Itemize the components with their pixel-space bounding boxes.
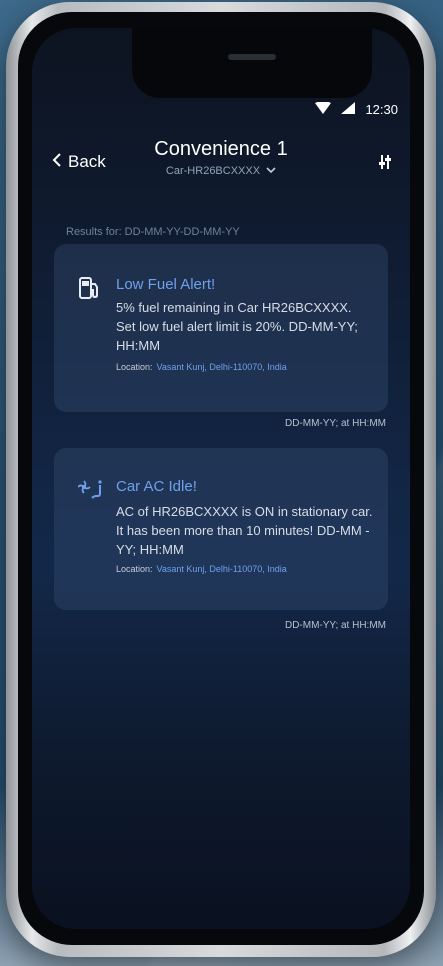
filter-sliders-icon bbox=[378, 155, 392, 174]
location-link[interactable]: Vasant Kunj, Delhi-110070, India bbox=[157, 564, 287, 574]
phone-bezel: 12:30 Back Convenience 1 Car-HR26BCXXXX bbox=[18, 12, 424, 945]
filter-button[interactable] bbox=[378, 154, 392, 175]
vehicle-selector-value: Car-HR26BCXXXX bbox=[165, 165, 261, 177]
alert-timestamp: DD-MM-YY; at HH:MM bbox=[284, 418, 386, 429]
alert-title: Low Fuel Alert! bbox=[116, 276, 216, 293]
status-bar: 12:30 bbox=[315, 98, 398, 120]
page-title: Convenience 1 bbox=[154, 138, 288, 160]
title-block: Convenience 1 Car-HR26BCXXXX bbox=[32, 138, 410, 179]
phone-frame: 12:30 Back Convenience 1 Car-HR26BCXXXX bbox=[6, 2, 436, 957]
speaker-grille bbox=[228, 54, 276, 60]
location-label: Location: bbox=[116, 564, 153, 574]
notch bbox=[132, 28, 372, 98]
status-time: 12:30 bbox=[365, 101, 398, 117]
results-range-label: Results for: DD-MM-YY-DD-MM-YY bbox=[66, 226, 240, 238]
alert-title: Car AC Idle! bbox=[116, 478, 197, 495]
cellular-signal-icon bbox=[341, 101, 356, 117]
alert-location: Location: Vasant Kunj, Delhi-110070, Indi… bbox=[116, 362, 287, 372]
alert-card-ac-idle[interactable]: Car AC Idle! AC of HR26BCXXXX is ON in s… bbox=[54, 448, 388, 610]
location-label: Location: bbox=[116, 362, 153, 372]
alert-location: Location: Vasant Kunj, Delhi-110070, Indi… bbox=[116, 564, 287, 574]
phone-screen: 12:30 Back Convenience 1 Car-HR26BCXXXX bbox=[32, 28, 410, 929]
header: Back Convenience 1 Car-HR26BCXXXX bbox=[32, 128, 410, 198]
wifi-icon bbox=[315, 100, 332, 117]
fuel-pump-icon bbox=[78, 276, 100, 305]
vehicle-selector[interactable]: Car-HR26BCXXXX bbox=[166, 165, 276, 177]
alert-card-low-fuel[interactable]: Low Fuel Alert! 5% fuel remaining in Car… bbox=[54, 244, 388, 412]
chevron-down-icon bbox=[266, 165, 276, 177]
alert-timestamp: DD-MM-YY; at HH:MM bbox=[284, 620, 386, 631]
location-link[interactable]: Vasant Kunj, Delhi-110070, India bbox=[157, 362, 287, 372]
alert-body: 5% fuel remaining in Car HR26BCXXXX. Set… bbox=[116, 300, 358, 353]
alert-body: AC of HR26BCXXXX is ON in stationary car… bbox=[116, 504, 373, 557]
car-ac-icon bbox=[77, 478, 104, 505]
